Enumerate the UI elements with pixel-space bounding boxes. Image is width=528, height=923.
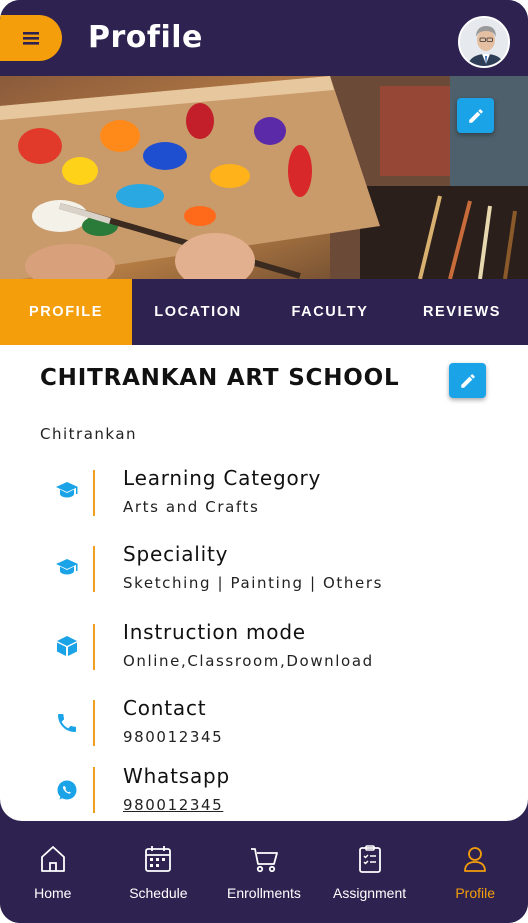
info-contact: Contact 980012345 <box>0 694 528 754</box>
info-value: 980012345 <box>123 728 224 746</box>
art-palette-image <box>0 76 528 279</box>
cover-image <box>0 76 528 279</box>
school-name: CHITRANKAN ART SCHOOL <box>40 365 400 391</box>
pencil-icon <box>460 373 475 388</box>
nav-label: Assignment <box>333 885 407 901</box>
tab-profile[interactable]: PROFILE <box>0 279 132 345</box>
cart-icon <box>250 848 278 873</box>
profile-card: CHITRANKAN ART SCHOOL Chitrankan Learnin… <box>0 345 528 821</box>
nav-profile[interactable]: Profile <box>422 821 528 923</box>
edit-cover-button[interactable] <box>457 98 494 133</box>
divider <box>93 470 95 516</box>
divider <box>93 767 95 813</box>
nav-label: Enrollments <box>227 885 301 901</box>
graduation-cap-icon <box>54 555 80 579</box>
graduation-cap-icon <box>54 478 80 502</box>
phone-icon <box>54 711 80 735</box>
pencil-icon <box>468 108 483 123</box>
tab-location[interactable]: LOCATION <box>132 279 264 345</box>
user-icon <box>464 847 487 872</box>
nav-enrollments[interactable]: Enrollments <box>211 821 317 923</box>
info-instruction-mode: Instruction mode Online,Classroom,Downlo… <box>0 617 528 677</box>
nav-label: Schedule <box>129 885 188 901</box>
info-speciality: Speciality Sketching | Painting | Others <box>0 540 528 600</box>
app-frame: Profile PROFILE LOCATION FACULTY REVIEWS… <box>0 0 528 923</box>
edit-profile-button[interactable] <box>449 363 486 398</box>
nav-assignment[interactable]: Assignment <box>317 821 423 923</box>
info-value: Online,Classroom,Download <box>123 652 374 670</box>
info-whatsapp: Whatsapp 980012345 <box>0 763 528 821</box>
page-title: Profile <box>88 20 203 55</box>
info-value: Arts and Crafts <box>123 498 260 516</box>
user-avatar-icon <box>460 18 508 66</box>
nav-schedule[interactable]: Schedule <box>106 821 212 923</box>
menu-button[interactable] <box>0 15 62 61</box>
nav-label: Home <box>34 885 72 901</box>
nav-home[interactable]: Home <box>0 821 106 923</box>
bottom-nav: Home Schedule Enrollments Assignment Pro… <box>0 821 528 923</box>
info-label: Speciality <box>123 542 229 566</box>
info-label: Instruction mode <box>123 620 306 644</box>
whatsapp-link[interactable]: 980012345 <box>123 796 223 814</box>
profile-tabs: PROFILE LOCATION FACULTY REVIEWS <box>0 279 528 345</box>
tab-faculty[interactable]: FACULTY <box>264 279 396 345</box>
home-icon <box>40 846 65 872</box>
divider <box>93 700 95 746</box>
nav-label: Profile <box>455 885 496 901</box>
info-label: Learning Category <box>123 466 322 490</box>
whatsapp-icon <box>54 778 80 802</box>
info-learning-category: Learning Category Arts and Crafts <box>0 463 528 523</box>
calendar-icon <box>145 846 172 872</box>
app-header: Profile <box>0 0 528 76</box>
divider <box>93 624 95 670</box>
school-subtitle: Chitrankan <box>40 425 138 443</box>
clipboard-icon <box>358 845 381 873</box>
info-value: Sketching | Painting | Others <box>123 574 384 592</box>
divider <box>93 546 95 592</box>
avatar[interactable] <box>458 16 510 68</box>
tab-reviews[interactable]: REVIEWS <box>396 279 528 345</box>
hamburger-icon <box>23 32 39 45</box>
info-label: Contact <box>123 696 207 720</box>
cube-icon <box>54 634 80 658</box>
info-label: Whatsapp <box>123 764 231 788</box>
